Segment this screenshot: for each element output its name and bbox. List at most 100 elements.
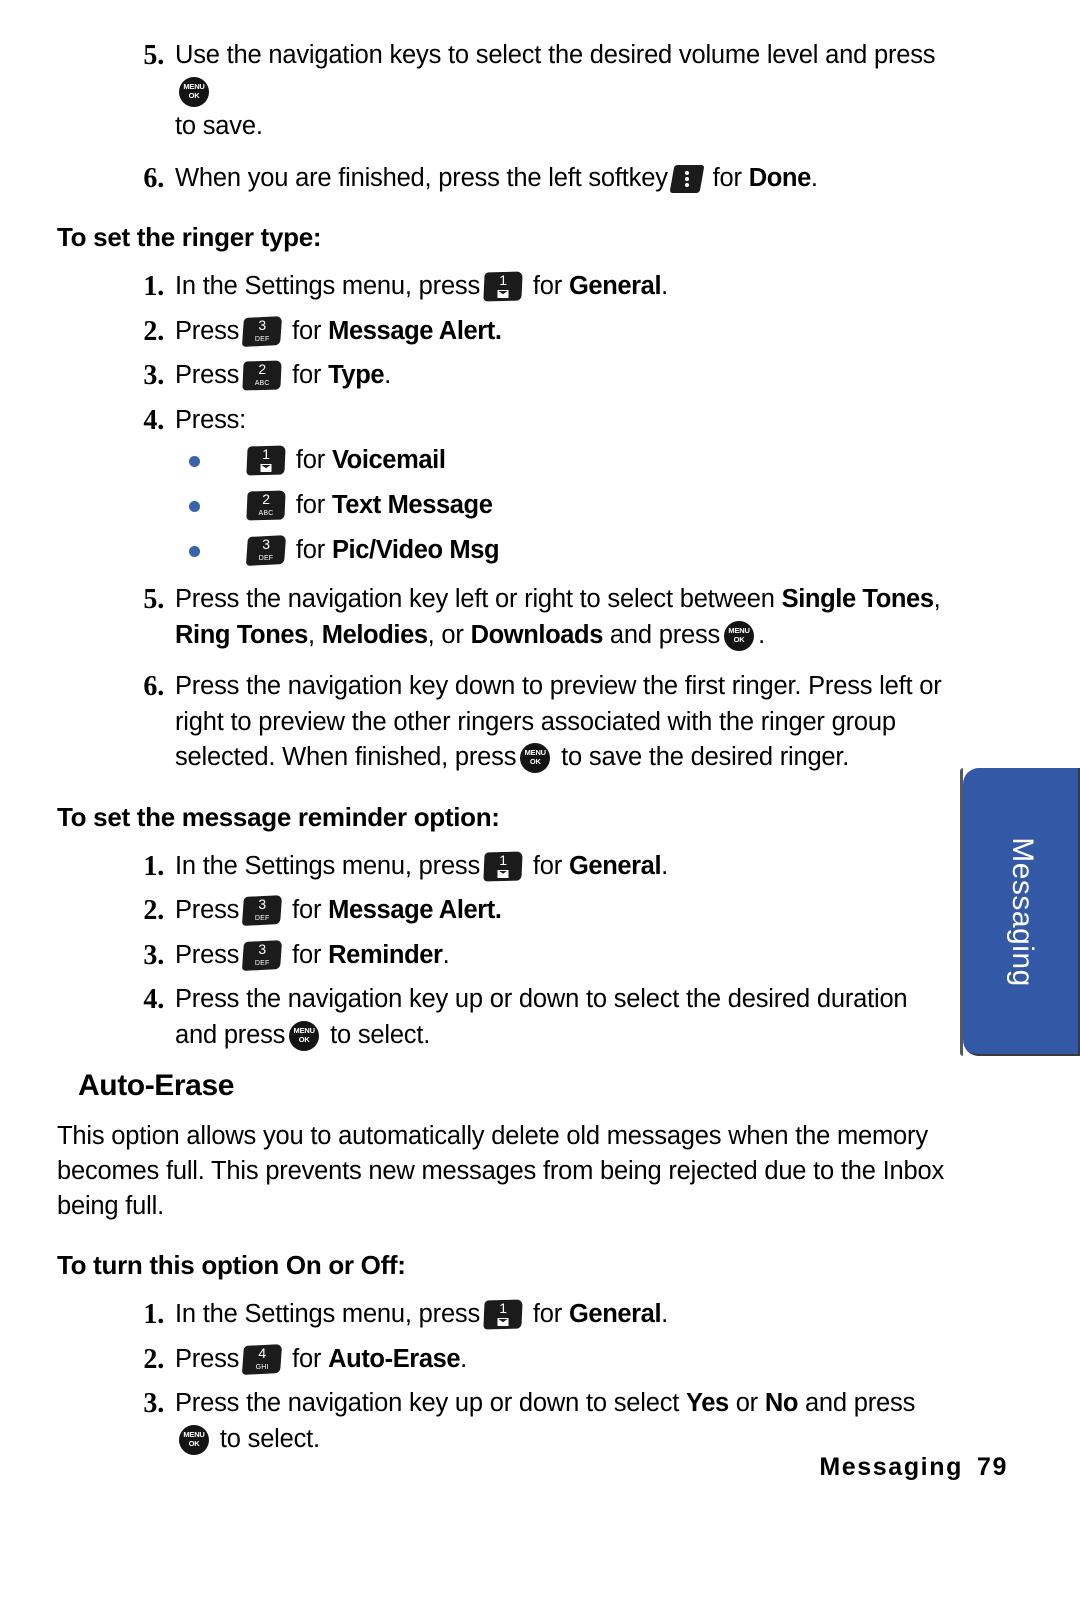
step-text: for (532, 1300, 563, 1328)
step-bold-term: Downloads (470, 620, 604, 649)
key-4-icon: 4 GHI (242, 1343, 283, 1375)
step-number: 4. (143, 404, 164, 436)
step-number: 6. (143, 162, 164, 194)
step-item: 3. Press 3 DEF for Reminder. (57, 938, 952, 974)
menu-ok-key-icon: MENU OK (179, 1424, 209, 1455)
auto-erase-body-text: This option allows you to automatically … (57, 1122, 945, 1220)
key-3-icon: 3 DEF (242, 939, 283, 971)
menu-ok-line1: MENU (524, 748, 546, 757)
side-tab-messaging[interactable]: Messaging (960, 768, 1080, 1056)
menu-ok-line1: MENU (293, 1025, 315, 1035)
menu-ok-key-icon: MENU OK (724, 620, 755, 651)
step-bold-term: No (764, 1389, 799, 1417)
menu-ok-line1: MENU (728, 625, 750, 635)
step-bold-term: Auto-Erase (328, 1344, 461, 1373)
left-softkey-icon (669, 164, 705, 193)
step-item: 2. Press 3 DEF for Message Alert. (57, 893, 952, 929)
step-text: or (735, 1389, 758, 1417)
footer-page-number: 79 (976, 1453, 1008, 1481)
list-item: 1 for Voicemail (175, 438, 952, 483)
step-text: . (661, 1300, 669, 1328)
step-number: 2. (143, 315, 164, 347)
step-text: and press (609, 620, 721, 649)
key-subletters: DEF (254, 959, 270, 967)
key-digit: 3 (258, 896, 266, 912)
step-text: . (460, 1344, 468, 1373)
step-number: 1. (143, 271, 164, 302)
option-bold-term: Text Message (331, 491, 493, 519)
side-tab-label: Messaging (1005, 837, 1039, 987)
envelope-icon (260, 464, 272, 472)
step-bold-term: Message Alert. (328, 896, 502, 924)
step-text: Press (175, 361, 240, 389)
key-subletters: ABC (258, 510, 274, 517)
menu-ok-line2: OK (733, 634, 745, 644)
step-text: Press: (175, 405, 247, 434)
step-number: 3. (143, 939, 164, 971)
step-text: . (661, 272, 669, 300)
list-item: 2 ABC for Text Message (175, 483, 952, 528)
step-text: for (292, 940, 322, 969)
page-footer: Messaging 79 (819, 1453, 1008, 1482)
step-number: 1. (143, 1299, 164, 1330)
key-digit: 1 (499, 272, 507, 288)
step-item: 1. In the Settings menu, press 1 for Gene… (57, 1297, 952, 1333)
key-digit: 3 (258, 940, 266, 957)
step-text: Press the navigation key up or down to s… (175, 1389, 680, 1417)
step-text: . (384, 361, 392, 389)
softkey-dot (684, 182, 689, 187)
ringer-type-options-list: 1 for Voicemail 2 ABC for Text Message 3 D… (175, 438, 952, 573)
step-text: Press (175, 316, 240, 345)
step-item: 5. Use the navigation keys to select the… (57, 38, 952, 145)
envelope-icon (497, 290, 509, 298)
step-bold-term: General (568, 1300, 662, 1328)
step-text: to select. (219, 1424, 320, 1453)
step-bold-term: Message Alert. (328, 316, 502, 345)
key-1-icon: 1 (483, 1299, 523, 1330)
key-subletters: DEF (258, 555, 274, 562)
step-text: Press the navigation key left or right t… (175, 585, 775, 613)
step-text: to save the desired ringer. (561, 743, 850, 771)
step-text: for (532, 272, 563, 300)
ringer-type-steps-list: 1. In the Settings menu, press 1 for Gene… (57, 269, 952, 776)
step-number: 3. (143, 360, 164, 391)
step-text: In the Settings menu, press (175, 272, 481, 300)
envelope-icon (497, 1318, 509, 1326)
page-content: 5. Use the navigation keys to select the… (57, 38, 952, 1457)
bullet-dot-icon (189, 456, 200, 467)
menu-ok-line1: MENU (183, 81, 205, 91)
step-text: for (292, 361, 322, 389)
option-bold-term: Voicemail (331, 446, 446, 474)
step-text: In the Settings menu, press (175, 1300, 481, 1328)
step-bold-term: Done (748, 163, 812, 192)
step-text: . (758, 620, 765, 649)
key-subletters: DEF (254, 335, 270, 343)
step-item: 3. Press 2 ABC for Type. (57, 358, 952, 394)
step-bold-term: Single Tones (781, 585, 934, 613)
step-item: 6. Press the navigation key down to prev… (57, 669, 952, 776)
key-3-icon: 3 DEF (242, 315, 283, 347)
step-text: . (661, 851, 669, 880)
menu-ok-line1: MENU (183, 1429, 205, 1439)
menu-ok-key-icon: MENU OK (289, 1020, 320, 1051)
step-text: for (532, 851, 563, 880)
key-digit: 1 (499, 1300, 507, 1316)
menu-ok-line2: OK (529, 757, 541, 766)
key-2-icon: 2 ABC (246, 490, 286, 521)
step-text: , (307, 620, 315, 649)
key-digit: 1 (262, 446, 270, 462)
step-text: When you are finished, press the left so… (175, 163, 668, 192)
manual-page: 5. Use the navigation keys to select the… (0, 0, 1080, 1622)
step-bold-term: Ring Tones (175, 620, 308, 649)
key-digit: 3 (262, 536, 270, 552)
key-digit: 4 (258, 1344, 266, 1361)
